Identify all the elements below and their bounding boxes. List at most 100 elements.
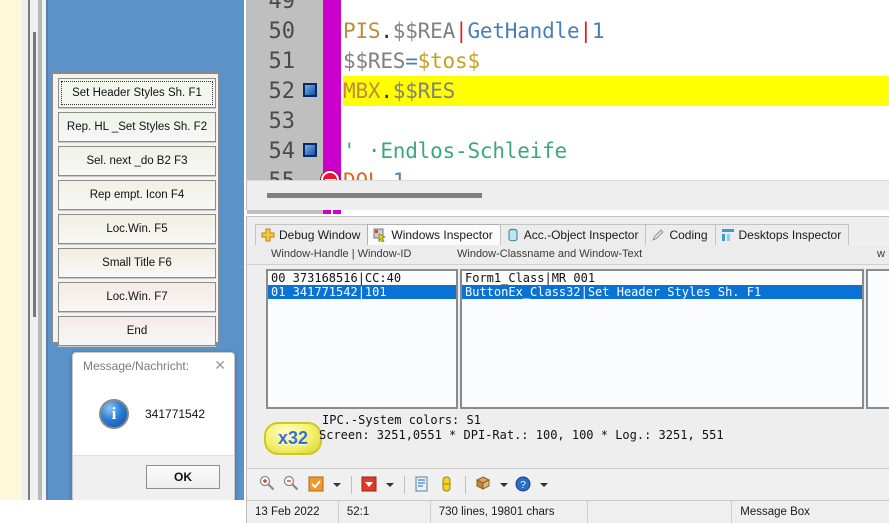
screen-dpi-line: Screen: 3251,0551 * DPI-Rat.: 100, 100 *… [319, 428, 724, 442]
tab-label: Coding [669, 228, 707, 242]
form-button-6[interactable]: Loc.Win. F7 [58, 282, 216, 312]
toolbar-separator [465, 476, 466, 494]
tab-acc-object-inspector[interactable]: Acc.-Object Inspector [500, 224, 647, 245]
list-item[interactable]: 01 341771542|101 [268, 285, 456, 299]
bookmark-icon[interactable] [303, 83, 317, 97]
chevron-down-icon[interactable] [498, 475, 510, 495]
form-button-2[interactable]: Sel. next _do B2 F3 [58, 146, 216, 176]
code-line-text: MBX.$$RES [343, 76, 889, 106]
status-doc-info: 730 lines, 19801 chars [431, 501, 589, 523]
left-scrollbar-thumb[interactable] [33, 32, 36, 317]
tab-desktops-inspector[interactable]: Desktops Inspector [715, 224, 850, 245]
line-number: 49 [247, 0, 295, 14]
line-number: 54 [247, 139, 295, 164]
dialog-footer: OK [73, 455, 234, 501]
code-token: $$RES [393, 79, 455, 103]
code-token: $tos$ [418, 49, 480, 73]
form-button-0[interactable]: Set Header Styles Sh. F1 [58, 78, 216, 108]
code-token: | [579, 19, 591, 43]
tab-windows-inspector[interactable]: Windows Inspector [367, 224, 500, 245]
code-token: Endlos-Schleife [380, 139, 567, 163]
tab-label: Acc.-Object Inspector [524, 228, 639, 242]
bookmark-icon[interactable] [303, 143, 317, 157]
form-button-4[interactable]: Loc.Win. F5 [58, 214, 216, 244]
code-line-text: ' ·Endlos-Schleife [343, 139, 889, 163]
form-button-7[interactable]: End [58, 316, 216, 346]
x32-badge-icon: x32 [264, 422, 322, 455]
form-button-label: Small Title F6 [102, 257, 172, 269]
list-item[interactable]: 00 373168516|CC:40 [268, 271, 456, 285]
editor-scrollbar-thumb[interactable] [267, 193, 482, 198]
code-line[interactable]: 53 [247, 106, 889, 136]
code-editor[interactable]: 4950PIS.$$REA|GetHandle|151$$RES=$tos$52… [246, 0, 889, 210]
column-header-classname: Window-Classname and Window-Text [457, 248, 642, 260]
toolbar-separator [351, 476, 352, 494]
window-extra-list[interactable] [866, 269, 889, 409]
status-date: 13 Feb 2022 [247, 501, 339, 523]
form-button-1[interactable]: Rep. HL _Set Styles Sh. F2 [58, 112, 216, 142]
form-button-label: Loc.Win. F5 [106, 223, 167, 235]
tab-label: Windows Inspector [391, 228, 492, 242]
chevron-down-icon[interactable] [538, 475, 550, 495]
code-token: MBX [343, 79, 380, 103]
tab-label: Debug Window [279, 228, 360, 242]
code-token: $$RES [343, 49, 405, 73]
help-icon[interactable]: ? [514, 475, 534, 495]
code-line-text: $$RES=$tos$ [343, 49, 889, 73]
code-line[interactable]: 54 ' ·Endlos-Schleife [247, 136, 889, 166]
package-icon[interactable] [474, 475, 494, 495]
red-down-icon[interactable] [360, 475, 380, 495]
status-bar: 13 Feb 2022 52:1 730 lines, 19801 chars … [246, 500, 889, 523]
tab-coding[interactable]: Coding [645, 224, 715, 245]
code-token: ' [343, 139, 368, 163]
svg-text:?: ? [520, 480, 526, 491]
tab-label: Desktops Inspector [739, 228, 842, 242]
code-token: . [380, 79, 392, 103]
form-button-3[interactable]: Rep empt. Icon F4 [58, 180, 216, 210]
cream-background-strip [0, 0, 22, 523]
status-mode: Message Box [732, 501, 889, 523]
orange-check-icon[interactable] [307, 475, 327, 495]
close-icon[interactable]: ✕ [214, 358, 226, 372]
zoom-in-icon[interactable] [259, 475, 279, 495]
code-line[interactable]: 52MBX.$$RES [247, 76, 889, 106]
form-button-label: Set Header Styles Sh. F1 [72, 87, 202, 99]
code-token: $$REA [393, 19, 455, 43]
document-icon[interactable] [413, 475, 433, 495]
code-token: . [380, 19, 392, 43]
ok-button[interactable]: OK [146, 465, 220, 489]
chevron-down-icon[interactable] [331, 475, 343, 495]
capsule-icon[interactable] [437, 475, 457, 495]
chevron-down-icon[interactable] [384, 475, 396, 495]
message-dialog: Message/Nachricht: ✕ i 341771542 OK [72, 352, 235, 502]
status-blank [588, 501, 732, 523]
inspector-panel: Debug Window Windows Inspector Acc.-Object… [246, 216, 889, 468]
code-line[interactable]: 49 [247, 0, 889, 16]
column-header-handle: Window-Handle | Window-ID [271, 248, 411, 260]
form-button-label: End [127, 325, 147, 337]
editor-horizontal-scrollbar[interactable] [247, 180, 889, 210]
list-item[interactable]: Form1_Class|MR 001 [462, 271, 862, 285]
bottom-toolbar: ? [246, 468, 889, 500]
form-button-label: Loc.Win. F7 [106, 291, 167, 303]
tab-debug-window[interactable]: Debug Window [255, 224, 368, 245]
line-number: 50 [247, 19, 295, 44]
bottom-left-filler [0, 500, 246, 523]
dialog-body: i 341771542 [73, 381, 234, 457]
form-button-label: Rep empt. Icon F4 [90, 189, 185, 201]
form-button-5[interactable]: Small Title F6 [58, 248, 216, 278]
plus-cross-icon [261, 228, 275, 242]
code-token: · [368, 139, 380, 163]
window-handle-list[interactable]: 00 373168516|CC:4001 341771542|101 [266, 269, 458, 409]
pencil-icon [651, 228, 665, 242]
code-line[interactable]: 51$$RES=$tos$ [247, 46, 889, 76]
system-info-area: x32 IPC.-System colors: S1 Screen: 3251,… [247, 413, 889, 463]
list-item[interactable]: ButtonEx_Class32|Set Header Styles Sh. F… [462, 285, 862, 299]
status-caret: 52:1 [339, 501, 431, 523]
button-panel: Set Header Styles Sh. F1 Rep. HL _Set Sty… [51, 72, 220, 344]
zoom-out-icon[interactable] [283, 475, 303, 495]
window-classname-list[interactable]: Form1_Class|MR 001ButtonEx_Class32|Set H… [460, 269, 864, 409]
code-line[interactable]: 50PIS.$$REA|GetHandle|1 [247, 16, 889, 46]
code-token: GetHandle [467, 19, 579, 43]
toolbar-separator [404, 476, 405, 494]
